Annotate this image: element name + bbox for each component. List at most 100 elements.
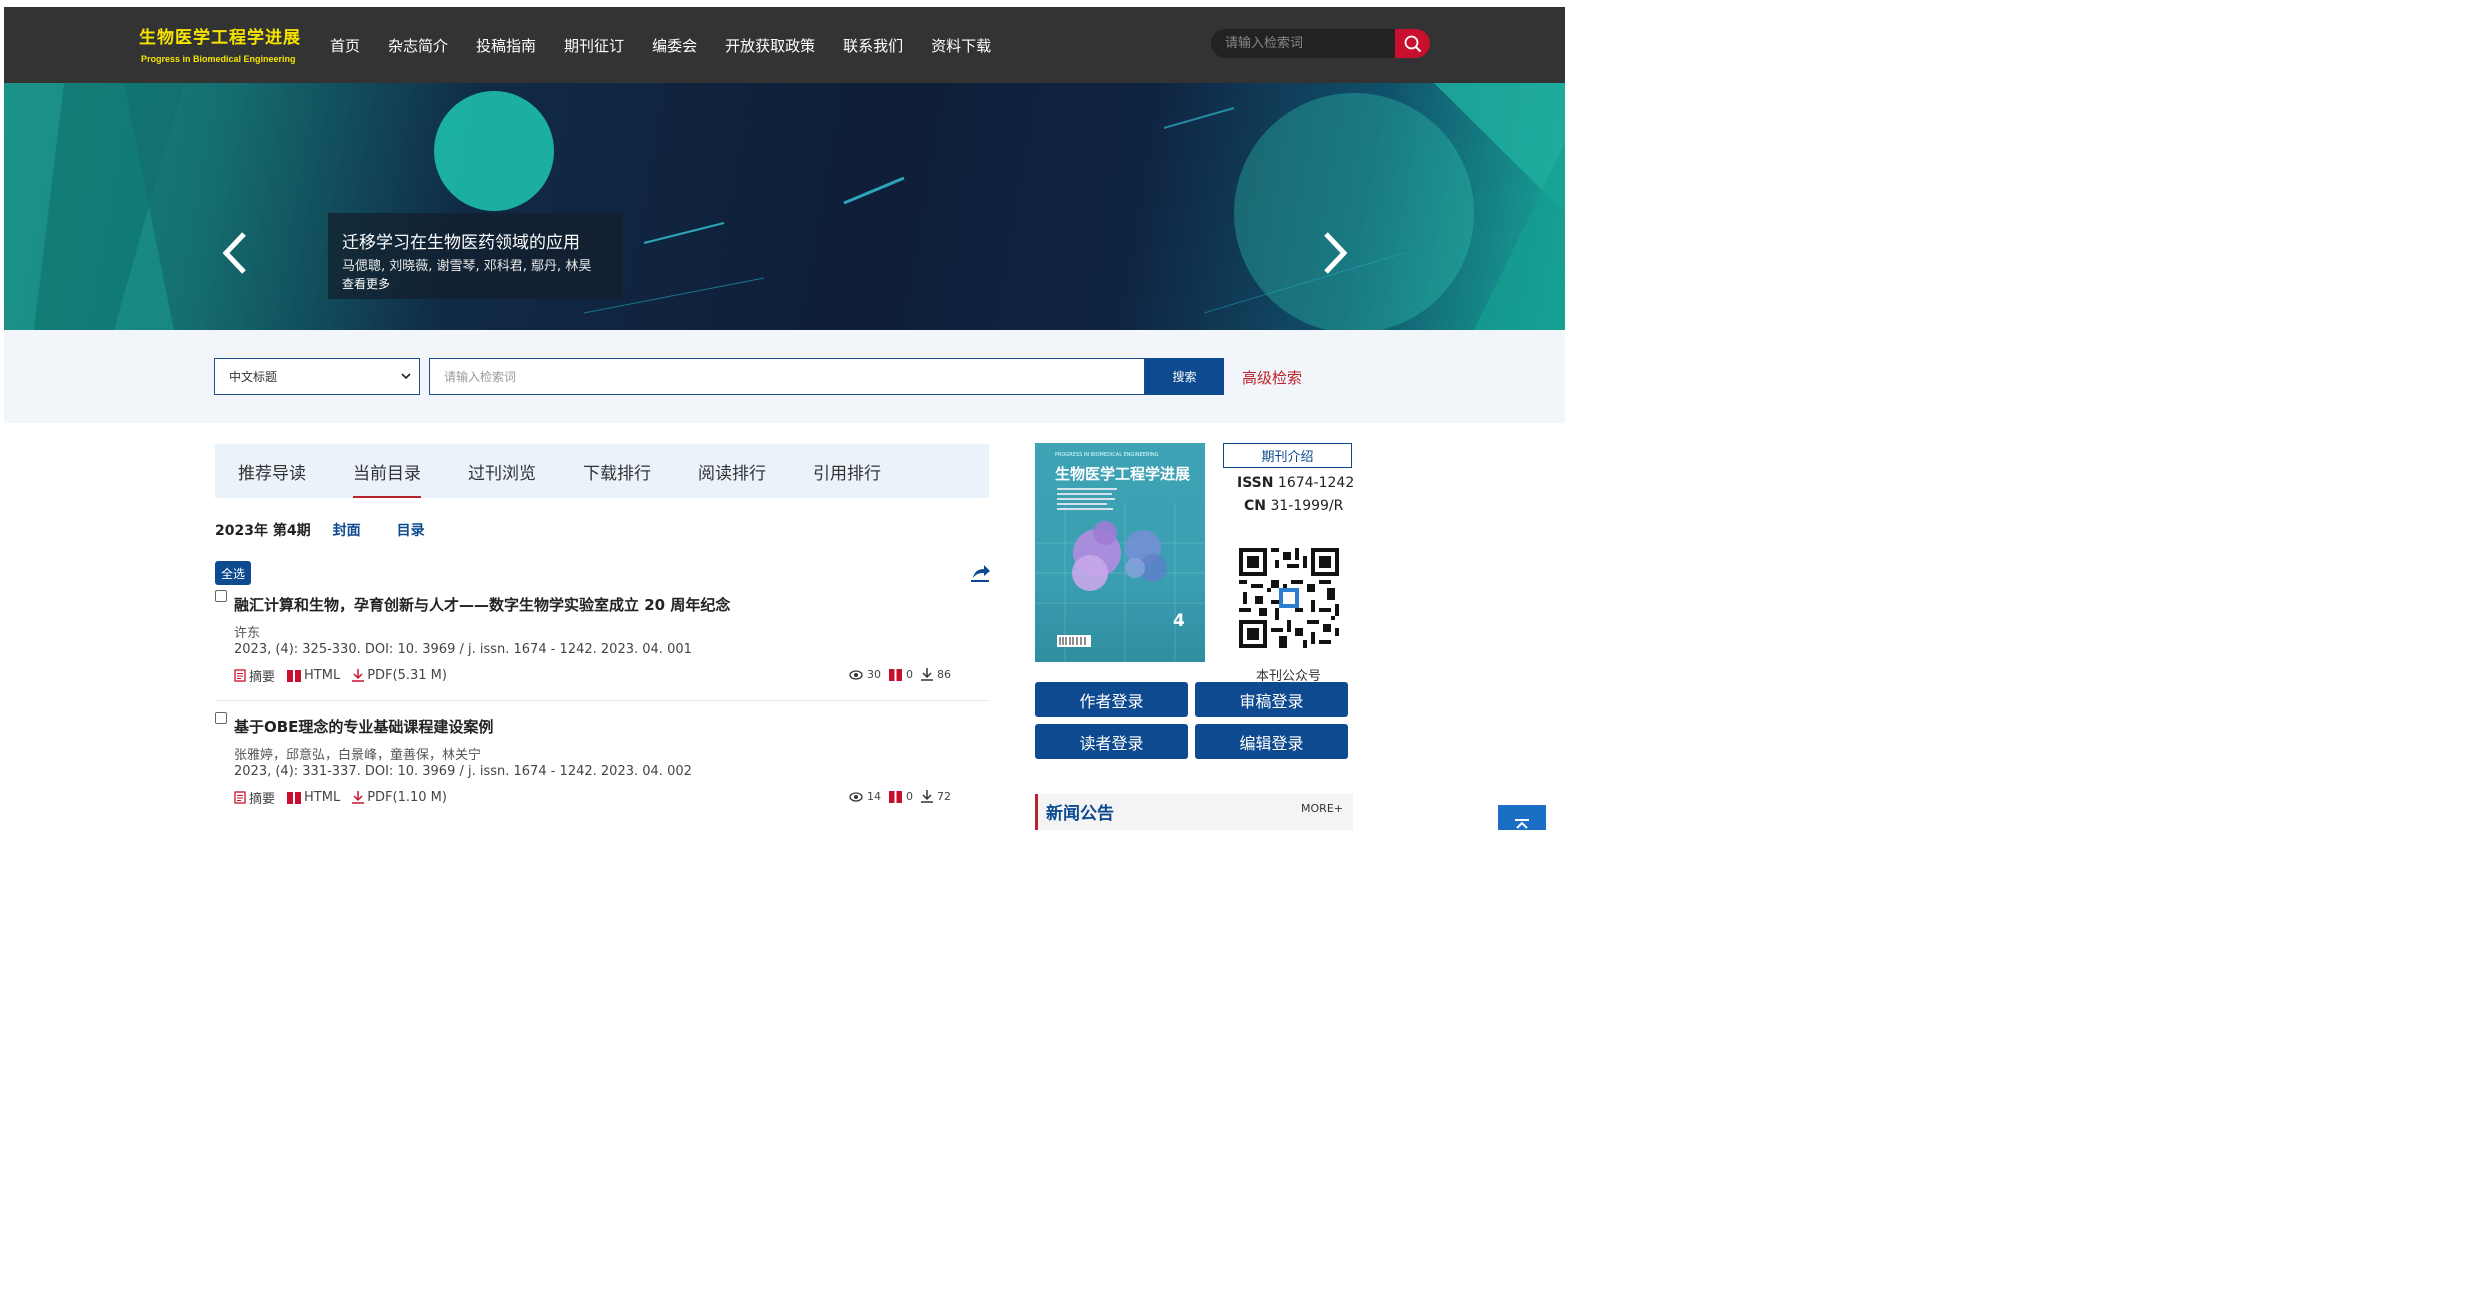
issn-label: ISSN [1237, 475, 1274, 491]
tab-cite-ranking[interactable]: 引用排行 [813, 444, 881, 498]
banner-prev-arrow[interactable] [220, 231, 248, 279]
downloads-count: 72 [921, 790, 951, 803]
cn-info: CN 31-1999/R [1244, 498, 1343, 514]
hero-banner: 迁移学习在生物医药领域的应用 马偲聰, 刘晓薇, 谢雪琴, 邓科君, 鄢丹, 林… [4, 83, 1565, 330]
pdf-link-label: PDF(5.31 M) [367, 668, 447, 683]
cites-count: 0 [889, 790, 913, 803]
article-title[interactable]: 融汇计算和生物，孕育创新与人才——数字生物学实验室成立 20 周年纪念 [234, 594, 730, 615]
abstract-link[interactable]: 摘要 [234, 788, 275, 807]
cover-title-cn: 生物医学工程学进展 [1055, 465, 1191, 483]
nav-open-access[interactable]: 开放获取政策 [725, 35, 815, 56]
tab-current-issue[interactable]: 当前目录 [353, 444, 421, 498]
author-login-button[interactable]: 作者登录 [1035, 682, 1188, 717]
share-icon [971, 565, 990, 582]
article-search-input[interactable]: 请输入检索词 [429, 358, 1145, 395]
nav-subscription[interactable]: 期刊征订 [564, 35, 624, 56]
share-button[interactable] [969, 563, 991, 587]
search-field-selected: 中文标题 [229, 370, 278, 384]
views-count: 14 [849, 790, 881, 803]
journal-intro-button[interactable]: 期刊介绍 [1223, 443, 1352, 468]
top-navbar: 生物医学工程学进展 Progress in Biomedical Enginee… [4, 7, 1565, 83]
article-divider [215, 700, 989, 701]
reader-login-button[interactable]: 读者登录 [1035, 724, 1188, 759]
article-checkbox[interactable] [215, 712, 227, 724]
tab-download-ranking[interactable]: 下载排行 [583, 444, 651, 498]
banner-article-title[interactable]: 迁移学习在生物医药领域的应用 [342, 228, 609, 253]
cover-link[interactable]: 封面 [333, 520, 361, 540]
html-link[interactable]: HTML [287, 668, 340, 683]
editor-login-button[interactable]: 编辑登录 [1195, 724, 1348, 759]
book-icon [287, 791, 302, 804]
nav-home[interactable]: 首页 [330, 35, 360, 56]
search-icon [1404, 35, 1421, 52]
cites-value: 0 [906, 790, 913, 803]
tab-past-issues[interactable]: 过刊浏览 [468, 444, 536, 498]
downloads-value: 72 [937, 790, 951, 803]
banner-caption[interactable]: 迁移学习在生物医药领域的应用 马偲聰, 刘晓薇, 谢雪琴, 邓科君, 鄢丹, 林… [328, 213, 623, 299]
banner-next-arrow[interactable] [1322, 231, 1350, 279]
cites-count: 0 [889, 668, 913, 681]
chevron-left-icon [222, 232, 246, 274]
header-search-button[interactable] [1395, 29, 1430, 58]
article-item: 基于OBE理念的专业基础课程建设案例 张雅婷，邱意弘，白景峰，童善保，林关宁 2… [215, 712, 989, 824]
article-links: 摘要 HTML PDF(5.31 M) [234, 666, 459, 685]
download-icon [921, 790, 933, 803]
nav-downloads[interactable]: 资料下载 [931, 35, 991, 56]
download-icon [352, 669, 365, 682]
advanced-search-link[interactable]: 高级检索 [1242, 367, 1302, 388]
logo-title-en[interactable]: Progress in Biomedical Engineering [141, 54, 296, 64]
chevron-right-icon [1324, 232, 1348, 274]
reviewer-login-button[interactable]: 审稿登录 [1195, 682, 1348, 717]
issn-info: ISSN 1674-1242 [1237, 475, 1354, 491]
tab-recommended[interactable]: 推荐导读 [238, 444, 306, 498]
nav-about[interactable]: 杂志简介 [388, 35, 448, 56]
select-all-button[interactable]: 全选 [215, 561, 251, 585]
chevron-down-icon [401, 373, 411, 380]
article-item: 融汇计算和生物，孕育创新与人才——数字生物学实验室成立 20 周年纪念 许东 2… [215, 590, 989, 702]
article-citation: 2023, (4): 325-330. DOI: 10. 3969 / j. i… [234, 642, 692, 657]
article-title[interactable]: 基于OBE理念的专业基础课程建设案例 [234, 716, 493, 737]
article-stats: 30 0 86 [849, 668, 959, 681]
arrow-up-icon [1515, 819, 1529, 829]
journal-cover[interactable]: PROGRESS IN BIOMEDICAL ENGINEERING 生物医学工… [1035, 443, 1205, 662]
cn-value: 31-1999/R [1270, 498, 1344, 514]
news-more-link[interactable]: MORE+ [1301, 802, 1343, 815]
book-icon [889, 668, 902, 681]
html-link-label: HTML [304, 668, 341, 683]
article-authors: 张雅婷，邱意弘，白景峰，童善保，林关宁 [234, 748, 482, 763]
header-search [1211, 29, 1430, 58]
article-checkbox[interactable] [215, 590, 227, 602]
pdf-link[interactable]: PDF(1.10 M) [352, 790, 447, 805]
header-search-input[interactable] [1211, 29, 1395, 58]
search-field-select[interactable]: 中文标题 [214, 358, 420, 395]
toc-link[interactable]: 目录 [397, 520, 425, 540]
back-to-top-button[interactable] [1498, 805, 1546, 830]
download-icon [352, 791, 365, 804]
eye-icon [849, 791, 863, 802]
document-icon [234, 791, 246, 804]
search-button[interactable]: 搜索 [1145, 358, 1224, 395]
nav-submission-guide[interactable]: 投稿指南 [476, 35, 536, 56]
tab-read-ranking[interactable]: 阅读排行 [698, 444, 766, 498]
document-icon [234, 669, 246, 682]
abstract-link-label: 摘要 [249, 792, 276, 807]
main-nav: 首页 杂志简介 投稿指南 期刊征订 编委会 开放获取政策 联系我们 资料下载 [330, 7, 1019, 83]
abstract-link[interactable]: 摘要 [234, 666, 275, 685]
nav-contact[interactable]: 联系我们 [843, 35, 903, 56]
views-count: 30 [849, 668, 881, 681]
banner-decoration [4, 83, 1565, 330]
html-link[interactable]: HTML [287, 790, 340, 805]
logo-title-cn[interactable]: 生物医学工程学进展 [139, 23, 301, 48]
article-search-bar: 中文标题 请输入检索词 搜索 高级检索 [4, 330, 1565, 423]
pdf-link[interactable]: PDF(5.31 M) [352, 668, 447, 683]
issue-label: 2023年 第4期 [215, 523, 311, 539]
eye-icon [849, 669, 863, 680]
book-icon [287, 669, 302, 682]
qr-code-icon [1239, 548, 1339, 648]
nav-editorial-board[interactable]: 编委会 [652, 35, 697, 56]
cn-label: CN [1244, 498, 1266, 514]
article-authors: 许东 [234, 626, 261, 641]
article-stats: 14 0 72 [849, 790, 959, 803]
banner-view-more[interactable]: 查看更多 [342, 275, 609, 292]
downloads-value: 86 [937, 668, 951, 681]
